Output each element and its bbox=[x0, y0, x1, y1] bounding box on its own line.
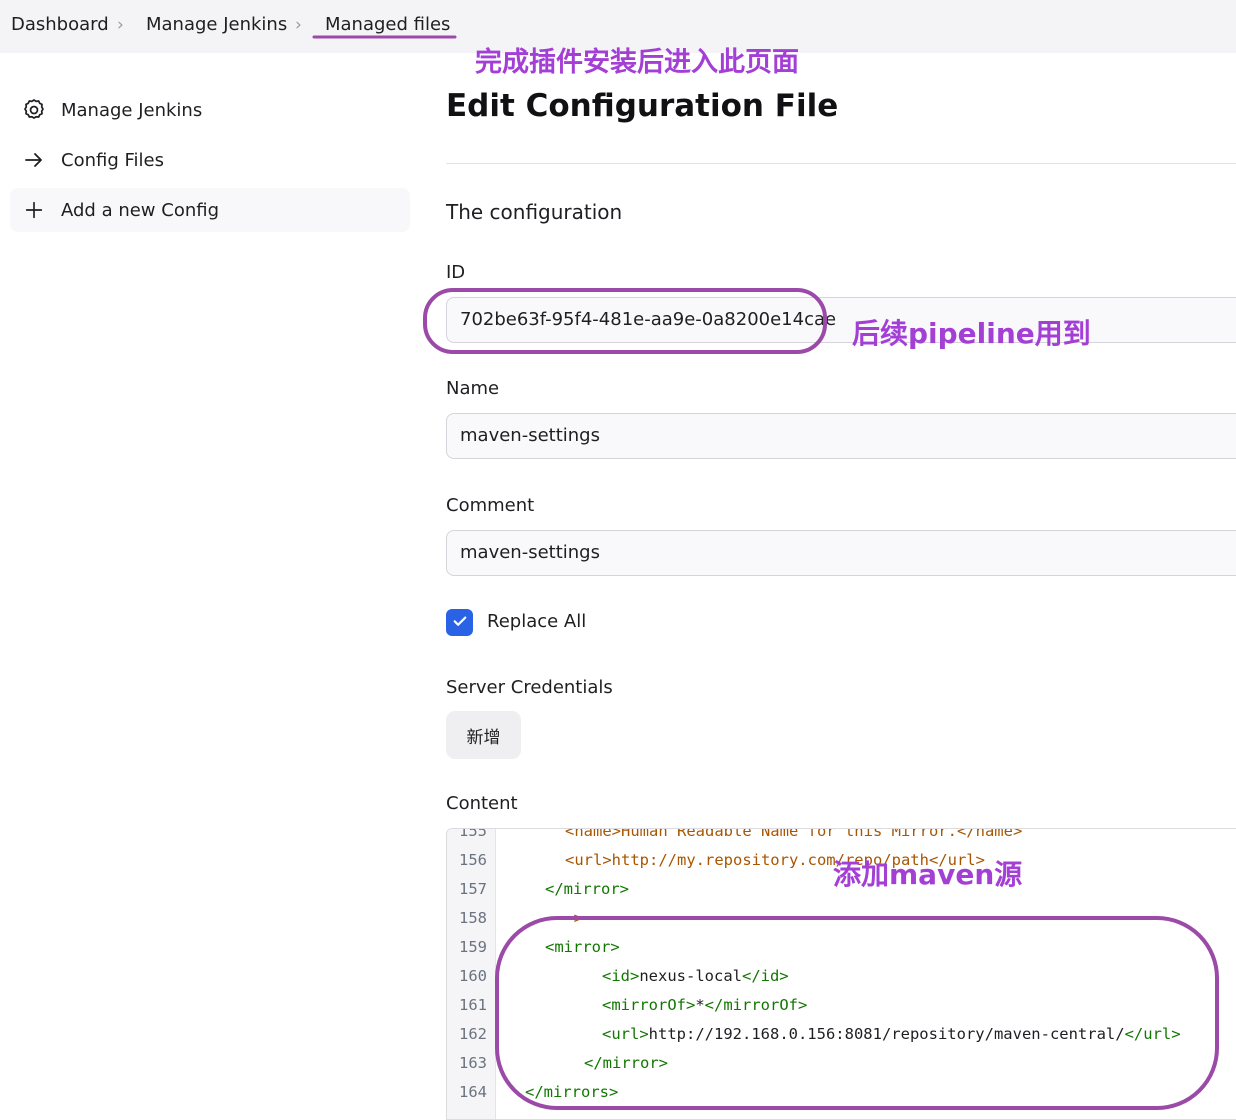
comment-field[interactable]: maven-settings bbox=[446, 530, 1236, 576]
section-title: The configuration bbox=[446, 200, 623, 224]
line-number: 161 bbox=[459, 996, 487, 1014]
id-label: ID bbox=[446, 262, 466, 283]
code-line[interactable]: 158 --> bbox=[447, 904, 1236, 933]
code-line[interactable]: 155 <name>Human Readable Name for this Mi… bbox=[447, 828, 1236, 846]
line-number: 159 bbox=[459, 938, 487, 956]
breadcrumb-managed-files[interactable]: Managed files bbox=[325, 14, 450, 35]
replace-all-checkbox[interactable] bbox=[446, 609, 473, 636]
code-text: <mirror> bbox=[545, 938, 620, 956]
breadcrumb-dashboard[interactable]: Dashboard bbox=[11, 14, 109, 35]
line-number: 160 bbox=[459, 967, 487, 985]
page-title: Edit Configuration File bbox=[446, 88, 839, 124]
name-label: Name bbox=[446, 378, 500, 399]
add-credential-button[interactable]: 新增 bbox=[446, 711, 521, 759]
code-text: <id>nexus-local</id> bbox=[602, 967, 789, 985]
code-text: </mirrors> bbox=[525, 1083, 619, 1101]
line-number: 155 bbox=[459, 828, 487, 840]
server-credentials-label: Server Credentials bbox=[446, 677, 613, 698]
line-number: 156 bbox=[459, 851, 487, 869]
line-number: 162 bbox=[459, 1025, 487, 1043]
comment-label: Comment bbox=[446, 495, 535, 516]
sidebar-item-manage-jenkins[interactable]: Manage Jenkins bbox=[10, 88, 410, 132]
line-number: 158 bbox=[459, 909, 487, 927]
code-text: --> bbox=[555, 909, 583, 927]
code-text: </mirror> bbox=[545, 880, 629, 898]
line-number: 164 bbox=[459, 1083, 487, 1101]
sidebar-item-label: Add a new Config bbox=[61, 199, 220, 221]
annotation-mirror-note: 添加maven源 bbox=[833, 858, 1023, 891]
code-line[interactable]: 163 </mirror> bbox=[447, 1049, 1236, 1078]
sidebar-item-label: Config Files bbox=[61, 149, 164, 171]
code-line[interactable]: 162 <url>http://192.168.0.156:8081/reposi… bbox=[447, 1020, 1236, 1049]
code-line[interactable]: 160 <id>nexus-local</id> bbox=[447, 962, 1236, 991]
name-field[interactable]: maven-settings bbox=[446, 413, 1236, 459]
id-field[interactable]: 702be63f-95f4-481e-aa9e-0a8200e14cae bbox=[446, 297, 1236, 343]
divider bbox=[446, 163, 1236, 164]
code-line[interactable]: 164 </mirrors> bbox=[447, 1078, 1236, 1107]
code-text: <url>http://192.168.0.156:8081/repositor… bbox=[602, 1025, 1181, 1043]
code-line[interactable]: 161 <mirrorOf>*</mirrorOf> bbox=[447, 991, 1236, 1020]
code-text: </mirror> bbox=[584, 1054, 668, 1072]
sidebar-item-label: Manage Jenkins bbox=[61, 99, 203, 121]
chevron-right-icon: › bbox=[295, 15, 302, 35]
annotation-id-note: 后续pipeline用到 bbox=[852, 317, 1091, 350]
gear-icon bbox=[21, 97, 47, 123]
code-text: <mirrorOf>*</mirrorOf> bbox=[602, 996, 808, 1014]
line-number: 163 bbox=[459, 1054, 487, 1072]
replace-all-label[interactable]: Replace All bbox=[487, 611, 586, 632]
arrow-right-icon bbox=[21, 147, 47, 173]
code-text: <name>Human Readable Name for this Mirro… bbox=[565, 828, 1023, 840]
content-label: Content bbox=[446, 793, 518, 814]
sidebar-item-config-files[interactable]: Config Files bbox=[10, 138, 410, 182]
breadcrumb-manage-jenkins[interactable]: Manage Jenkins bbox=[146, 14, 287, 35]
chevron-right-icon: › bbox=[117, 15, 124, 35]
sidebar-item-add-new-config[interactable]: Add a new Config bbox=[10, 188, 410, 232]
code-line[interactable]: 159 <mirror> bbox=[447, 933, 1236, 962]
plus-icon bbox=[21, 197, 47, 223]
annotation-breadcrumb-note: 完成插件安装后进入此页面 bbox=[475, 47, 799, 78]
line-number: 157 bbox=[459, 880, 487, 898]
checkmark-icon bbox=[451, 612, 469, 634]
